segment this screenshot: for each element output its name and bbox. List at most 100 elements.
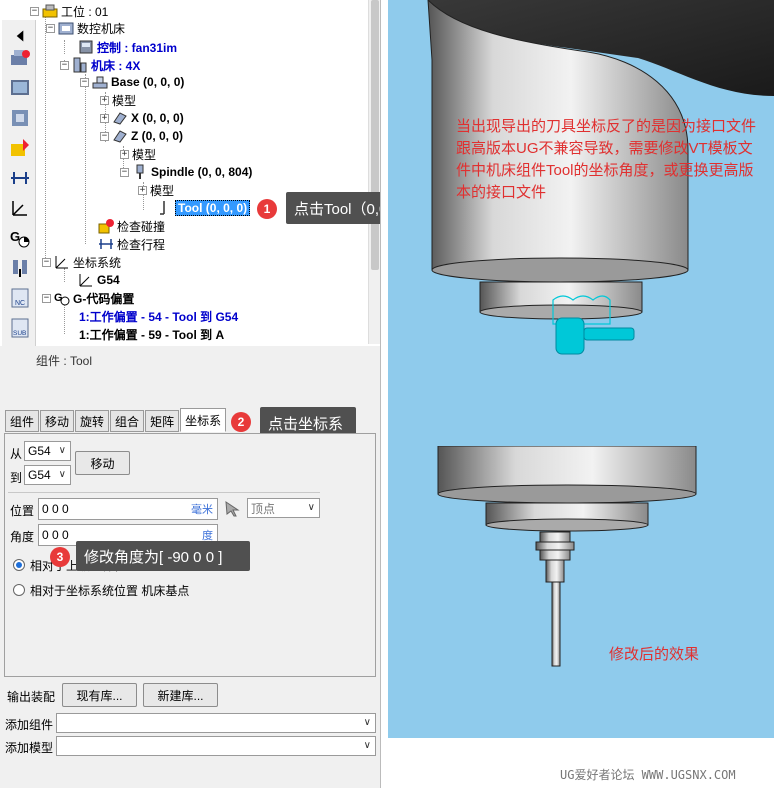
controller-icon [78,39,94,55]
gcode-offset-icon[interactable]: G [7,226,33,250]
tree-node-coordsys[interactable]: − 坐标系统 [42,253,121,271]
angle-value: 0 0 0 [42,528,69,542]
tree-node-offset-59[interactable]: 1:工作偏置 - 59 - Tool 到 A [79,325,224,343]
existing-library-button[interactable]: 现有库... [62,683,137,707]
expand-toggle-icon[interactable]: + [120,149,129,159]
tree-label: 模型 [150,183,175,198]
export-label: 输出装配 [7,690,56,704]
tree-node-x-axis[interactable]: + X (0, 0, 0) [100,109,184,127]
from-select[interactable]: G54 ∨ [24,441,71,461]
step-callout: 修改角度为[ -90 0 0 ] [76,541,250,571]
tree-node-model[interactable]: + 模型 [138,181,174,199]
tree-label: 1:工作偏置 - 54 - Tool 到 G54 [79,309,239,324]
tree-label: 机床 : 4X [91,58,141,73]
linear-axis-icon [112,110,128,126]
machine-bed-icon [72,57,88,73]
tree-node-model[interactable]: + 模型 [120,145,156,163]
step-badge: 1 [257,199,277,219]
tree-node-offset-54[interactable]: 1:工作偏置 - 54 - Tool 到 G54 [79,307,238,325]
collision-icon[interactable] [7,136,33,160]
tree-node-tool[interactable]: Tool (0, 0, 0) [156,199,251,217]
collapse-toggle-icon[interactable]: − [42,293,51,303]
tree-label: 1:工作偏置 - 59 - Tool 到 A [79,327,225,342]
tab-coordinate-system[interactable]: 坐标系 [180,408,227,432]
tab-matrix[interactable]: 矩阵 [145,410,180,432]
chevron-down-icon: ∨ [363,717,371,728]
from-label: 从 [10,447,23,461]
tree-node-z-axis[interactable]: − Z (0, 0, 0) [100,127,183,145]
tree-node-control[interactable]: 控制 : fan31im [78,38,177,56]
collapse-toggle-icon[interactable]: − [100,131,109,141]
expand-toggle-icon[interactable]: + [100,95,109,105]
tree-label: 数控机床 [77,21,126,36]
position-field[interactable]: 0 0 0 毫米 [38,498,218,520]
collapse-toggle-icon[interactable]: − [42,257,51,267]
position-label: 位置 [10,504,35,518]
add-component-select[interactable]: ∨ [56,713,376,733]
collapse-arrow-icon[interactable] [7,24,33,48]
svg-text:NC: NC [15,300,25,307]
tab-component[interactable]: 组件 [5,410,40,432]
tab-combine[interactable]: 组合 [110,410,145,432]
collision-check-icon [98,218,114,234]
tree-node-machine[interactable]: − 数控机床 [46,19,125,37]
to-select[interactable]: G54 ∨ [24,465,71,485]
tree-node-base[interactable]: − Base (0, 0, 0) [80,73,184,91]
travel-limits-icon[interactable] [7,166,33,190]
explanation-note: 当出现导出的刀具坐标反了的是因为接口文件跟高版本UG不兼容导致，需要修改VT模板… [456,118,757,201]
result-caption: 修改后的效果 [609,646,700,663]
tree-node-spindle[interactable]: − Spindle (0, 0, 804) [120,163,252,181]
tree-label-selected: Tool (0, 0, 0) [175,200,251,216]
tree-node-model[interactable]: + 模型 [100,91,136,109]
step-badge: 2 [231,412,251,432]
panel-splitter[interactable] [380,0,388,788]
subprogram-icon[interactable]: SUB [7,316,33,340]
tree-node-gcode-offset[interactable]: − G G-代码偏置 [42,289,134,307]
expand-toggle-icon[interactable]: + [100,113,109,123]
coordinate-system-icon[interactable] [7,196,33,220]
tab-move[interactable]: 移动 [40,410,75,432]
collapse-toggle-icon[interactable]: − [46,23,55,33]
new-library-button[interactable]: 新建库... [143,683,218,707]
tree-label: Spindle (0, 0, 804) [151,165,253,179]
assembly-icon[interactable] [7,106,33,130]
nc-program-icon[interactable]: NC [7,286,33,310]
scrollbar-thumb[interactable] [371,0,379,270]
machine-component-icon[interactable] [7,46,33,70]
tree-label: 工位 : 01 [61,4,109,19]
tab-rotate[interactable]: 旋转 [75,410,110,432]
tree-scrollbar[interactable] [368,0,380,344]
panel-title: 组件 : Tool [36,354,93,368]
viewport-before[interactable]: 当出现导出的刀具坐标反了的是因为接口文件跟高版本UG不兼容导致，需要修改VT模板… [388,0,774,446]
viewport-after[interactable]: 修改后的效果 [388,445,774,738]
tree-connector [64,304,65,334]
pick-point-icon[interactable] [224,501,242,520]
tree-node-workpos[interactable]: − 工位 : 01 [30,2,108,20]
tree-node-travel[interactable]: 检查行程 [98,235,165,253]
tree-label: Z (0, 0, 0) [131,129,184,143]
left-toolbar: G NC SUB IP [2,20,36,372]
tree-node-g54[interactable]: G54 [78,271,120,289]
collapse-toggle-icon[interactable]: − [120,167,129,177]
expand-toggle-icon[interactable]: + [138,185,147,195]
display-icon[interactable] [7,76,33,100]
tree-node-bed[interactable]: − 机床 : 4X [60,56,140,74]
snap-select[interactable]: 顶点 ∨ [247,498,320,518]
collapse-toggle-icon[interactable]: − [30,6,39,16]
tool-holder-icon[interactable] [7,256,33,280]
relative-coordsys-radio[interactable] [13,584,25,596]
to-label: 到 [10,471,23,485]
move-button[interactable]: 移动 [75,451,130,475]
to-value: G54 [28,468,51,482]
collapse-toggle-icon[interactable]: − [80,77,89,87]
tree-label: 坐标系统 [73,255,122,270]
collapse-toggle-icon[interactable]: − [60,60,69,70]
add-model-label: 添加模型 [5,741,54,755]
linear-axis-icon [112,128,128,144]
relative-parent-radio[interactable] [13,559,25,571]
component-tree: − 工位 : 01 − 数控机床 控制 : fan31im − 机床 : 4X … [30,0,368,344]
tree-node-collision[interactable]: 检查碰撞 [98,217,165,235]
snap-value: 顶点 [251,501,276,516]
tab-bar: 组件 移动 旋转 组合 矩阵 坐标系 [5,408,227,432]
add-model-select[interactable]: ∨ [56,736,376,756]
